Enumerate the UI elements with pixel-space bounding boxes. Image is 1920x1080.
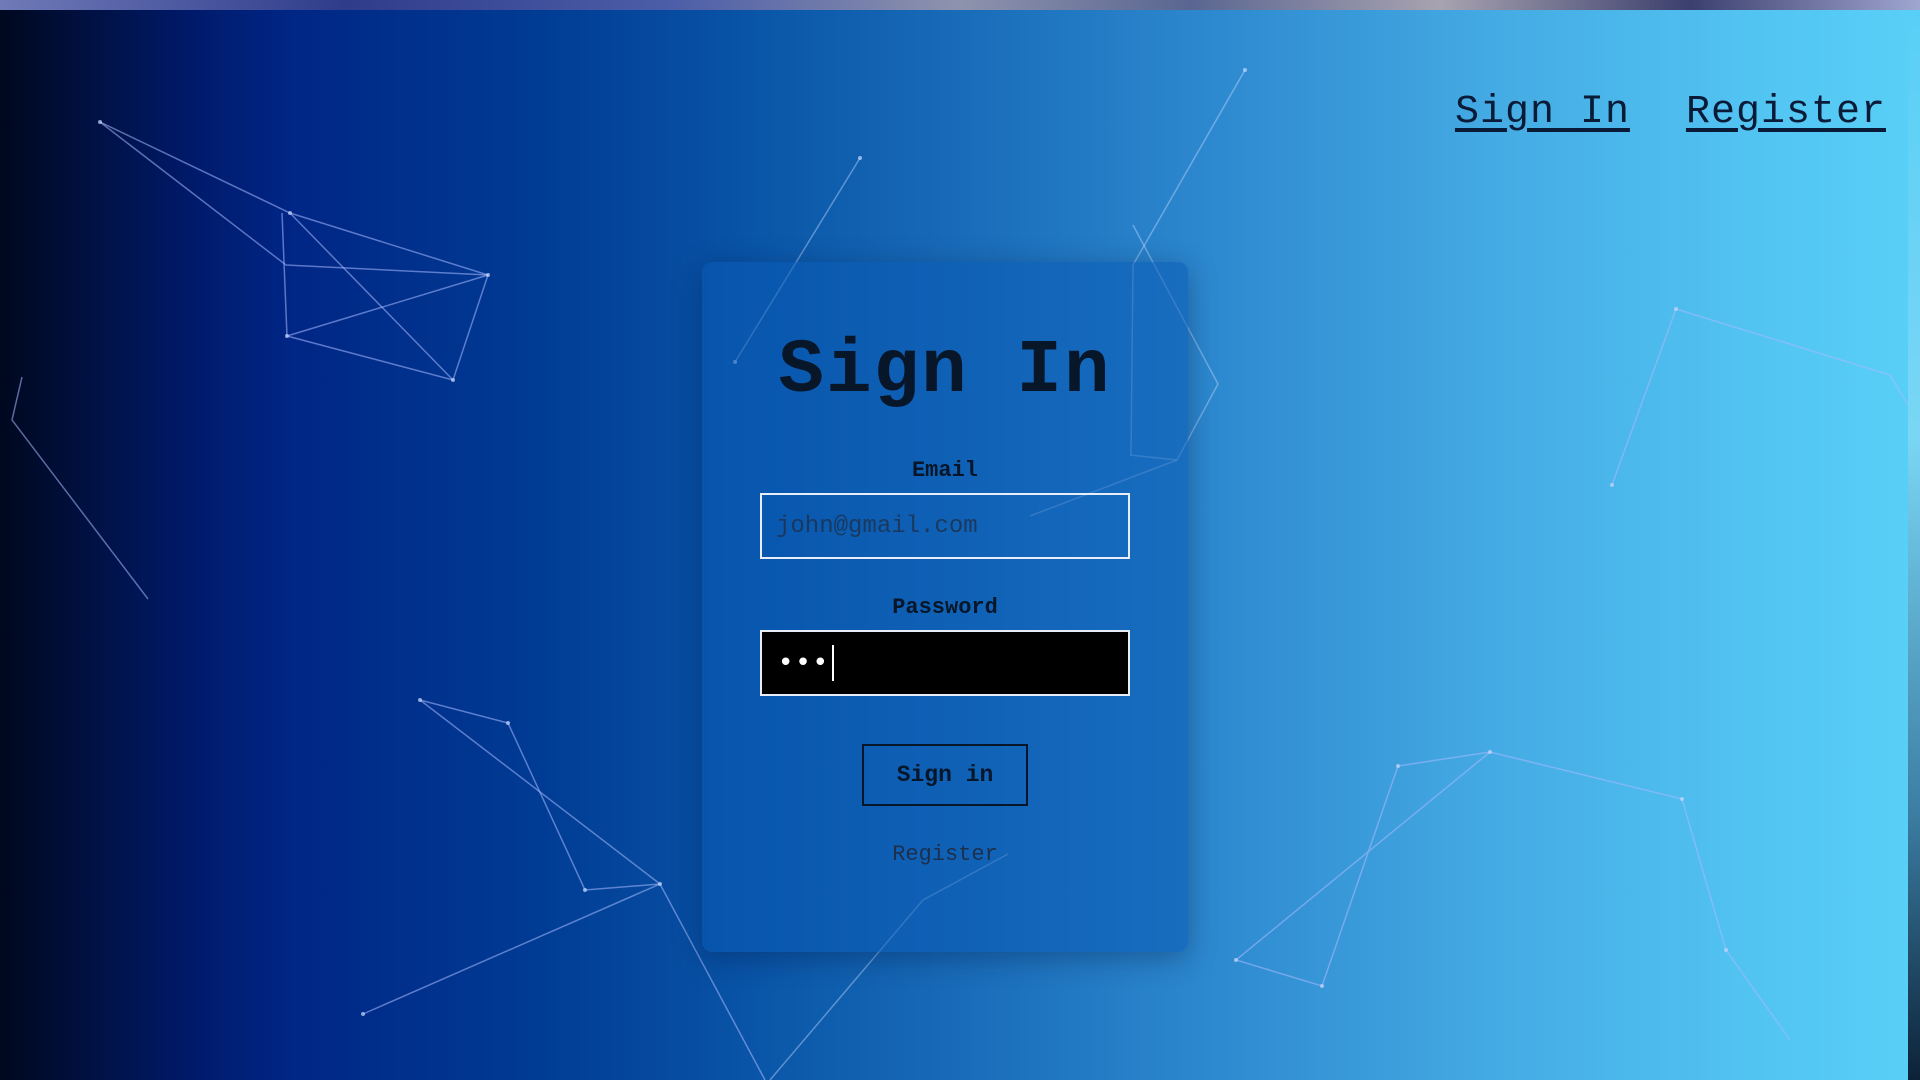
page-title: Sign In — [778, 328, 1112, 414]
nav-sign-in-link[interactable]: Sign In — [1455, 90, 1630, 135]
nav-register-link[interactable]: Register — [1686, 90, 1886, 135]
window-right-strip — [1908, 10, 1920, 1080]
sign-in-button[interactable]: Sign in — [862, 744, 1028, 806]
window-top-strip — [0, 0, 1920, 10]
top-nav: Sign In Register — [1455, 90, 1886, 135]
text-caret — [832, 645, 835, 681]
email-field[interactable]: john@gmail.com — [760, 493, 1130, 559]
email-placeholder: john@gmail.com — [776, 512, 978, 540]
password-masked-value: ••• — [778, 648, 831, 678]
page-background: Sign In Register Sign In Email john@gmai… — [0, 10, 1908, 1080]
password-label: Password — [892, 595, 998, 620]
password-field[interactable]: ••• — [760, 630, 1130, 696]
email-label: Email — [911, 458, 978, 483]
sign-in-card: Sign In Email john@gmail.com Password ••… — [702, 262, 1188, 952]
register-link[interactable]: Register — [892, 842, 998, 867]
